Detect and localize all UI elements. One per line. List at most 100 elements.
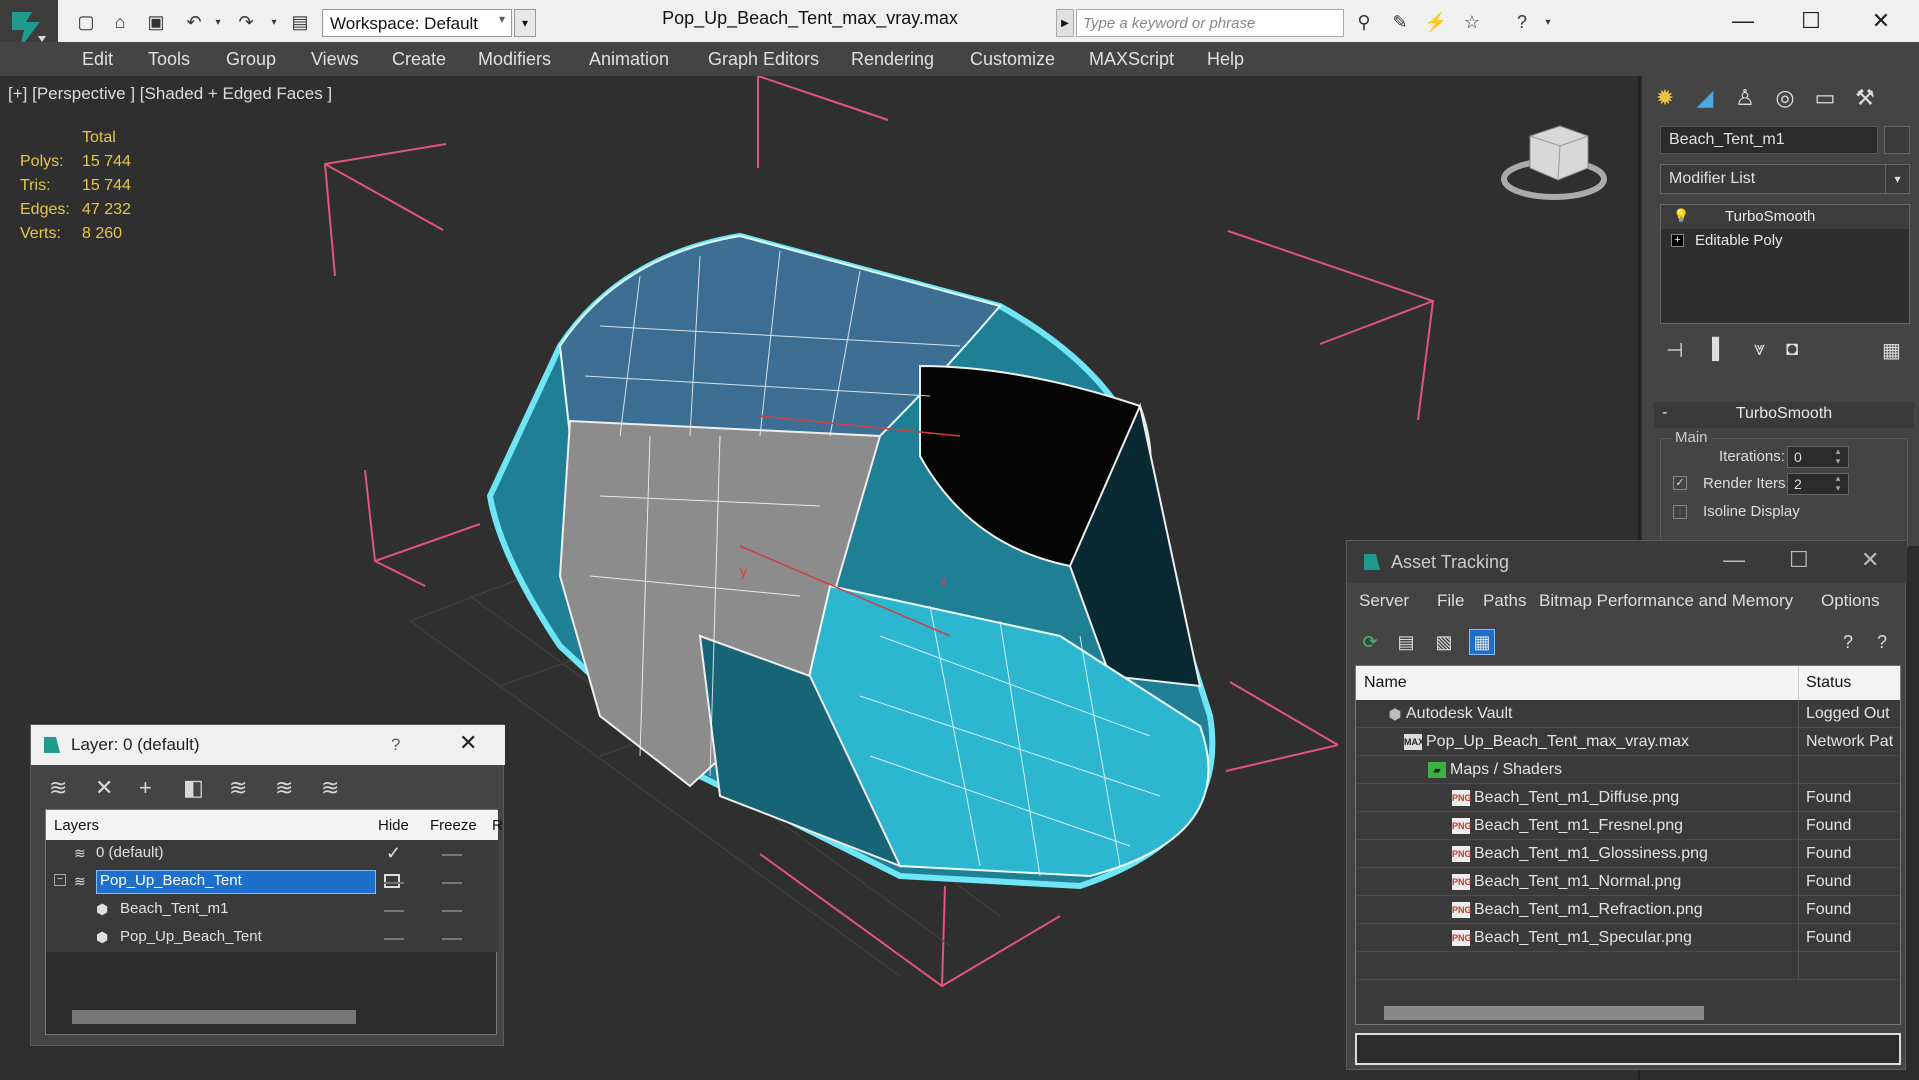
asset-row[interactable]: PNG Beach_Tent_m1_Refraction.png Found bbox=[1356, 896, 1900, 924]
search-expand-button[interactable]: ▶ bbox=[1056, 9, 1074, 37]
remove-modifier-icon[interactable]: ◘ bbox=[1786, 338, 1798, 361]
menu-customize[interactable]: Customize bbox=[970, 49, 1055, 70]
hide-toggle[interactable] bbox=[384, 882, 404, 884]
layer-row-default[interactable]: ≋ 0 (default) ✓ bbox=[46, 840, 498, 868]
stack-item-turbosmooth[interactable]: 💡 TurboSmooth bbox=[1661, 205, 1909, 229]
horizontal-scrollbar[interactable] bbox=[72, 1010, 356, 1024]
favorites-star-icon[interactable]: ☆ bbox=[1460, 11, 1484, 33]
menu-animation[interactable]: Animation bbox=[589, 49, 669, 70]
column-name[interactable]: Name bbox=[1364, 674, 1407, 692]
menu-options[interactable]: Options bbox=[1821, 591, 1880, 611]
table-view-icon[interactable]: ▦ bbox=[1469, 629, 1495, 655]
layer-close-button[interactable]: ✕ bbox=[459, 730, 477, 756]
menu-maxscript[interactable]: MAXScript bbox=[1089, 49, 1174, 70]
asset-dialog-titlebar[interactable]: Asset Tracking — ☐ ✕ bbox=[1347, 541, 1907, 583]
menu-file[interactable]: File bbox=[1437, 591, 1464, 611]
layer-row-pop-up-beach-tent-object[interactable]: ⬢ Pop_Up_Beach_Tent bbox=[46, 924, 498, 952]
menu-create[interactable]: Create bbox=[392, 49, 446, 70]
add-to-layer-icon[interactable]: + bbox=[139, 775, 152, 801]
spinner-arrows-icon[interactable]: ▴ ▾ bbox=[1831, 446, 1845, 468]
modify-tab-icon[interactable]: ◢ bbox=[1688, 82, 1722, 114]
close-button[interactable]: ✕ bbox=[1856, 4, 1906, 38]
expand-icon[interactable]: + bbox=[1671, 234, 1684, 247]
column-layers[interactable]: Layers bbox=[54, 817, 99, 834]
motion-tab-icon[interactable]: ◎ bbox=[1768, 82, 1802, 114]
search-input[interactable]: Type a keyword or phrase bbox=[1076, 9, 1344, 37]
asset-row[interactable]: PNG Beach_Tent_m1_Fresnel.png Found bbox=[1356, 812, 1900, 840]
isoline-checkbox[interactable] bbox=[1673, 505, 1687, 519]
configure-sets-icon[interactable]: ▦ bbox=[1882, 338, 1901, 363]
stack-item-editable-poly[interactable]: + Editable Poly bbox=[1661, 229, 1909, 253]
undo-dropdown-icon[interactable]: ▾ bbox=[206, 11, 230, 33]
asset-path-field[interactable] bbox=[1355, 1033, 1901, 1065]
hide-toggle[interactable] bbox=[384, 938, 404, 940]
redo-icon[interactable]: ↷ bbox=[234, 11, 258, 33]
list-view-icon[interactable]: ▤ bbox=[1393, 629, 1419, 655]
select-layer-icon[interactable]: ≋ bbox=[229, 775, 247, 801]
menu-tools[interactable]: Tools bbox=[148, 49, 190, 70]
hide-toggle[interactable] bbox=[384, 910, 404, 912]
close-button[interactable]: ✕ bbox=[1861, 547, 1879, 573]
rollout-header[interactable]: - TurboSmooth bbox=[1654, 402, 1914, 428]
delete-layer-icon[interactable]: ✕ bbox=[95, 775, 113, 801]
render-iters-checkbox[interactable]: ✓ bbox=[1673, 476, 1687, 490]
freeze-toggle[interactable] bbox=[442, 938, 462, 940]
help-icon[interactable]: ? bbox=[1510, 11, 1534, 33]
redo-dropdown-icon[interactable]: ▾ bbox=[262, 11, 286, 33]
utilities-tab-icon[interactable]: ⚒ bbox=[1848, 82, 1882, 114]
maximize-button[interactable]: ☐ bbox=[1789, 547, 1809, 573]
new-layer-icon[interactable]: ≋ bbox=[49, 775, 67, 801]
object-name-field[interactable]: Beach_Tent_m1 bbox=[1660, 126, 1878, 154]
freeze-toggle[interactable] bbox=[442, 854, 462, 856]
help-icon[interactable]: ? bbox=[1835, 629, 1861, 655]
minimize-button[interactable]: — bbox=[1718, 4, 1768, 38]
menu-group[interactable]: Group bbox=[226, 49, 276, 70]
menu-edit[interactable]: Edit bbox=[82, 49, 113, 70]
asset-row[interactable]: ▰ Maps / Shaders bbox=[1356, 756, 1900, 784]
show-end-result-icon[interactable]: ▌ bbox=[1712, 338, 1726, 361]
asset-row[interactable]: PNG Beach_Tent_m1_Diffuse.png Found bbox=[1356, 784, 1900, 812]
column-freeze[interactable]: Freeze bbox=[430, 817, 477, 834]
asset-row[interactable]: PNG Beach_Tent_m1_Normal.png Found bbox=[1356, 868, 1900, 896]
freeze-toggle[interactable] bbox=[442, 910, 462, 912]
lightbulb-icon[interactable]: 💡 bbox=[1673, 208, 1689, 224]
modifier-list-dropdown[interactable]: Modifier List ▾ bbox=[1660, 164, 1910, 194]
open-file-icon[interactable]: ⌂ bbox=[108, 11, 132, 33]
menu-paths[interactable]: Paths bbox=[1483, 591, 1526, 611]
menu-rendering[interactable]: Rendering bbox=[851, 49, 934, 70]
save-icon[interactable]: ▣ bbox=[144, 11, 168, 33]
asset-row[interactable]: PNG Beach_Tent_m1_Glossiness.png Found bbox=[1356, 840, 1900, 868]
pin-stack-icon[interactable]: ⊣ bbox=[1666, 338, 1683, 363]
freeze-toggle[interactable] bbox=[442, 882, 462, 884]
maximize-button[interactable]: ☐ bbox=[1786, 4, 1836, 38]
select-objects-icon[interactable]: ◧ bbox=[183, 775, 204, 801]
layer-row-beach-tent-m1[interactable]: ⬢ Beach_Tent_m1 bbox=[46, 896, 498, 924]
display-tab-icon[interactable]: ▭ bbox=[1808, 82, 1842, 114]
binoculars-icon[interactable]: ⚲ bbox=[1352, 11, 1376, 33]
layer-dialog-titlebar[interactable]: Layer: 0 (default) ? ✕ bbox=[31, 725, 505, 765]
viewport-label[interactable]: [+] [Perspective ] [Shaded + Edged Faces… bbox=[8, 84, 332, 104]
column-hide[interactable]: Hide bbox=[378, 817, 409, 834]
hide-all-layers-icon[interactable]: ≋ bbox=[321, 775, 339, 801]
thumbnail-view-icon[interactable]: ▧ bbox=[1431, 629, 1457, 655]
minimize-button[interactable]: — bbox=[1723, 547, 1745, 573]
column-render[interactable]: R bbox=[492, 817, 503, 834]
communication-icon[interactable]: ⚡ bbox=[1424, 11, 1448, 33]
menu-server[interactable]: Server bbox=[1359, 591, 1409, 611]
tools-icon[interactable]: ✎ bbox=[1388, 11, 1412, 33]
make-unique-icon[interactable]: ⩔ bbox=[1754, 338, 1765, 361]
object-color-swatch[interactable] bbox=[1884, 126, 1910, 154]
menu-bitmap-performance[interactable]: Bitmap Performance and Memory bbox=[1539, 591, 1793, 611]
create-tab-icon[interactable]: ✹ bbox=[1648, 82, 1682, 114]
set-current-layer-icon[interactable]: ≋ bbox=[275, 775, 293, 801]
workspace-options-button[interactable]: ▾ bbox=[514, 9, 536, 37]
current-layer-toggle[interactable] bbox=[384, 874, 400, 888]
asset-row[interactable]: ⬢ Autodesk Vault Logged Out bbox=[1356, 700, 1900, 728]
menu-modifiers[interactable]: Modifiers bbox=[478, 49, 551, 70]
current-layer-check-icon[interactable]: ✓ bbox=[386, 843, 401, 864]
asset-row[interactable]: MAX Pop_Up_Beach_Tent_max_vray.max Netwo… bbox=[1356, 728, 1900, 756]
menu-views[interactable]: Views bbox=[311, 49, 359, 70]
spinner-arrows-icon[interactable]: ▴ ▾ bbox=[1831, 473, 1845, 495]
layer-row-pop-up-beach-tent[interactable]: − ≋ Pop_Up_Beach_Tent bbox=[46, 868, 498, 896]
workspace-dropdown[interactable]: Workspace: Default ▾ bbox=[322, 9, 512, 37]
